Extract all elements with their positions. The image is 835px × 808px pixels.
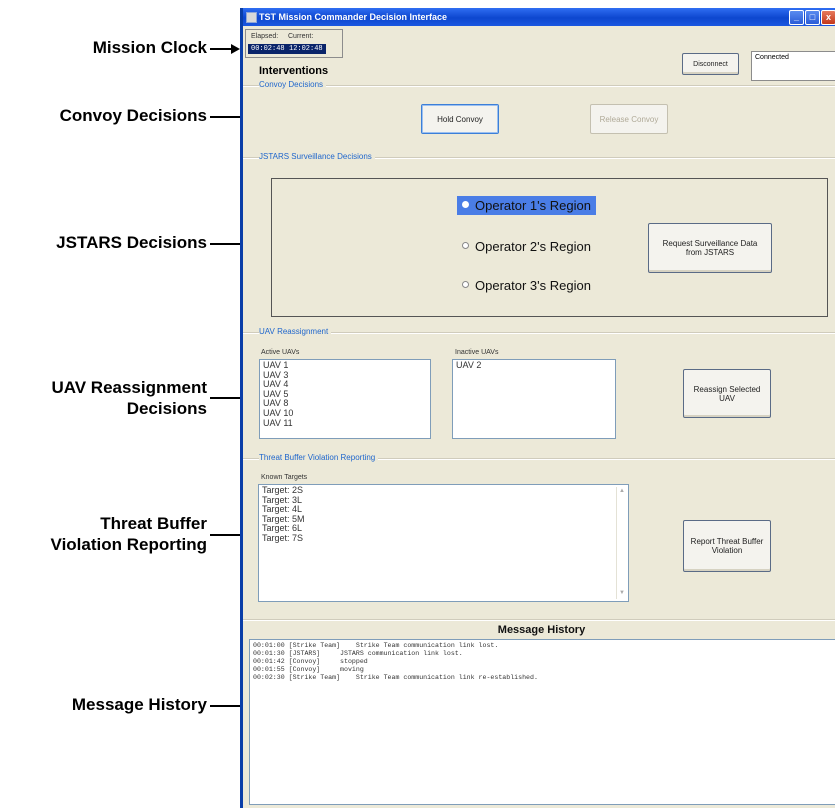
callout-threat: Threat Buffer Violation Reporting (51, 513, 207, 555)
close-button[interactable]: x (821, 10, 835, 25)
hold-convoy-button[interactable]: Hold Convoy (421, 104, 499, 134)
callout-uav-line1: UAV Reassignment (51, 378, 207, 397)
disconnect-button[interactable]: Disconnect (682, 53, 739, 75)
radio-dot-icon (462, 201, 469, 209)
mission-clock: Elapsed: Current: 00:02:48 12:02:48 (245, 29, 343, 58)
report-threat-button[interactable]: Report Threat Buffer Violation (683, 520, 771, 572)
message-line: 00:02:30 [Strike Team] Strike Team commu… (253, 674, 538, 681)
radio-operator-3-region[interactable]: Operator 3's Region (457, 276, 596, 295)
release-convoy-button[interactable]: Release Convoy (590, 104, 668, 134)
jstars-panel: Operator 1's Region Operator 2's Region … (271, 178, 828, 317)
connection-status: Connected (751, 51, 835, 81)
message-history-log[interactable]: 00:01:00 [Strike Team] Strike Team commu… (249, 639, 835, 805)
uav-group-label: UAV Reassignment (259, 327, 332, 336)
minimize-button[interactable]: _ (789, 10, 804, 25)
radio-dot-icon (462, 281, 469, 289)
radio-operator-1-region[interactable]: Operator 1's Region (457, 196, 596, 215)
callout-uav: UAV Reassignment Decisions (51, 377, 207, 419)
callout-mission-clock: Mission Clock (92, 38, 207, 57)
callout-threat-line1: Threat Buffer (100, 514, 207, 533)
active-uavs-list[interactable]: UAV 1 UAV 3 UAV 4 UAV 5 UAV 8 UAV 10 UAV… (259, 359, 431, 439)
list-item[interactable]: UAV 11 (263, 418, 427, 429)
reassign-uav-button[interactable]: Reassign Selected UAV (683, 369, 771, 418)
radio-label: Operator 3's Region (475, 278, 591, 293)
known-targets-label: Known Targets (261, 474, 308, 481)
uav-group-line (243, 332, 835, 334)
inactive-uavs-list[interactable]: UAV 2 (452, 359, 616, 439)
interventions-heading: Interventions (259, 65, 329, 77)
threat-group-label: Threat Buffer Violation Reporting (259, 453, 379, 462)
active-uavs-label: Active UAVs (261, 349, 300, 356)
message-line: 00:01:30 [JSTARS] JSTARS communication l… (253, 650, 463, 657)
callout-convoy: Convoy Decisions (59, 106, 207, 125)
callout-uav-line2: Decisions (126, 399, 207, 418)
radio-label: Operator 2's Region (475, 239, 591, 254)
message-line: 00:01:42 [Convoy] stopped (253, 658, 368, 665)
list-item[interactable]: Target: 7S (262, 533, 625, 544)
radio-dot-icon (462, 242, 469, 250)
list-item[interactable]: Target: 4L (262, 505, 625, 515)
maximize-button[interactable]: □ (805, 10, 820, 25)
list-item[interactable]: UAV 2 (456, 360, 612, 371)
callout-threat-line2: Violation Reporting (50, 535, 207, 554)
message-group-line (243, 619, 835, 621)
window-title: TST Mission Commander Decision Interface (259, 12, 448, 22)
app-window: TST Mission Commander Decision Interface… (240, 8, 835, 808)
request-surveillance-button[interactable]: Request Surveillance Data from JSTARS (648, 223, 772, 273)
known-targets-list[interactable]: Target: 2S Target: 3L Target: 4L Target:… (258, 484, 629, 602)
radio-label: Operator 1's Region (475, 198, 591, 213)
elapsed-label: Elapsed: (251, 33, 279, 40)
app-icon (246, 12, 257, 23)
title-bar[interactable]: TST Mission Commander Decision Interface… (243, 8, 835, 26)
radio-operator-2-region[interactable]: Operator 2's Region (457, 237, 596, 256)
elapsed-value: 00:02:48 (248, 44, 288, 54)
callout-arrow (210, 44, 240, 54)
scroll-up-icon[interactable]: ▲ (619, 487, 625, 497)
message-line: 00:01:00 [Strike Team] Strike Team commu… (253, 642, 499, 649)
convoy-group-label: Convoy Decisions (259, 80, 327, 89)
list-item[interactable]: Target: 5M (262, 514, 625, 525)
convoy-group-line (243, 85, 835, 87)
inactive-uavs-label: Inactive UAVs (455, 349, 499, 356)
scroll-down-icon[interactable]: ▼ (619, 589, 625, 599)
message-line: 00:01:55 [Convoy] moving (253, 666, 364, 673)
current-value: 12:02:48 (286, 44, 326, 54)
list-item[interactable]: Target: 3L (262, 495, 625, 506)
list-item[interactable]: Target: 6L (262, 524, 625, 534)
jstars-group-label: JSTARS Surveillance Decisions (259, 152, 375, 161)
list-item[interactable]: Target: 2S (262, 485, 625, 496)
callout-jstars: JSTARS Decisions (56, 233, 207, 252)
message-history-title: Message History (497, 624, 586, 636)
current-label: Current: (288, 33, 314, 40)
targets-scrollbar[interactable]: ▲ ▼ (616, 487, 627, 599)
callout-message-history: Message History (71, 695, 207, 714)
